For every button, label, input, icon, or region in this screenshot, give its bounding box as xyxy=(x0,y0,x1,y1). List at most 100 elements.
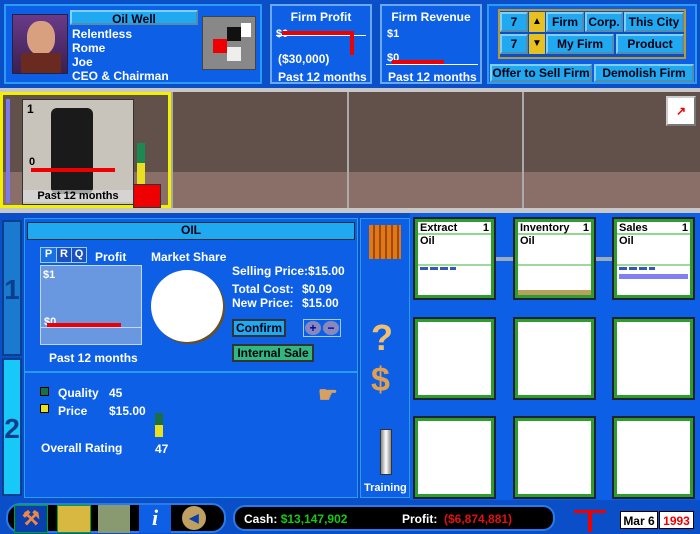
decrease-price-button[interactable]: − xyxy=(323,321,339,335)
chart-axis-top: $1 xyxy=(43,269,56,281)
tools-icon[interactable]: ⚒ xyxy=(14,505,48,533)
books-icon[interactable] xyxy=(369,225,401,259)
date-display: Mar 6 xyxy=(620,511,658,529)
revenue-axis-top: $1 xyxy=(387,28,400,40)
this-city-button[interactable]: This City xyxy=(624,12,684,32)
revenue-period: Past 12 months xyxy=(388,70,477,84)
unit-count: 1 xyxy=(27,102,34,116)
market-share-pie xyxy=(151,270,223,342)
tab-2[interactable]: 2 xyxy=(2,358,22,496)
quality-value: 45 xyxy=(109,386,123,400)
product-panel: OIL P R Q Profit $1 $0 Past 12 months Ma… xyxy=(24,218,358,498)
confirm-button[interactable]: Confirm xyxy=(232,319,286,337)
pointing-hand-icon[interactable]: ☛ xyxy=(318,382,338,408)
firm-city: Rome xyxy=(72,41,106,55)
row1-value: 7 xyxy=(500,12,528,32)
my-firm-button[interactable]: My Firm xyxy=(546,34,614,54)
unit-empty-slot[interactable] xyxy=(612,416,695,499)
chart-label: Profit xyxy=(95,250,127,264)
unit-empty-slot[interactable] xyxy=(513,416,596,499)
side-toolbar: ? $ Training xyxy=(360,218,410,498)
corporate-logo xyxy=(202,16,256,70)
stock-ticker-icon[interactable] xyxy=(570,506,610,532)
unit-empty-slot[interactable] xyxy=(612,317,695,400)
firm-owner: Joe xyxy=(72,55,93,69)
unit-inventory[interactable]: Inventory 1 Oil xyxy=(513,217,596,300)
navigation-panel: 7 ▲ Firm Corp. This City 7 ▼ My Firm Pro… xyxy=(487,4,697,84)
product-button[interactable]: Product xyxy=(616,34,684,54)
unit-chart-period: Past 12 months xyxy=(23,190,133,202)
increase-price-button[interactable]: + xyxy=(305,321,321,335)
quality-label: Quality xyxy=(58,386,99,400)
total-cost-value: $0.09 xyxy=(302,282,333,296)
offer-to-sell-firm-button[interactable]: Offer to Sell Firm xyxy=(490,64,592,82)
status-indicator xyxy=(133,184,161,208)
back-icon[interactable]: ◀ xyxy=(182,506,206,530)
unit-layout-grid: Extract 1 Oil Inventory 1 Oil Sales 1 Oil xyxy=(410,213,700,500)
new-price-label: New Price: xyxy=(232,296,294,310)
profit-axis-bottom: ($30,000) xyxy=(278,52,330,66)
unit-sales[interactable]: Sales 1 Oil xyxy=(612,217,695,300)
unit-chart-bar xyxy=(31,168,115,172)
chart-icon[interactable]: ↗ xyxy=(666,96,696,126)
internal-sale-button[interactable]: Internal Sale xyxy=(232,344,314,362)
oil-barrel-image: 1 0 Past 12 months xyxy=(22,99,134,205)
rating-price-bar xyxy=(155,425,163,437)
status-bar: ⚒ i ◀ Cash: $13,147,902 Profit: ($6,874,… xyxy=(0,500,700,534)
corp-button[interactable]: Corp. xyxy=(585,12,623,32)
year-display: 1993 xyxy=(659,511,694,529)
unit-extract[interactable]: Extract 1 Oil xyxy=(413,217,496,300)
overall-rating-value: 47 xyxy=(155,442,169,456)
firm-revenue-panel[interactable]: Firm Revenue $1 $0 Past 12 months xyxy=(380,4,482,84)
help-icon[interactable]: ? xyxy=(371,317,393,359)
profit-value: ($6,874,881) xyxy=(444,512,513,526)
arrow-down-icon[interactable]: ▼ xyxy=(529,34,545,54)
unit-empty-slot[interactable] xyxy=(413,416,496,499)
row2-value: 7 xyxy=(500,34,528,54)
firm-details: Relentless Rome Joe CEO & Chairman xyxy=(72,27,169,83)
rating-quality-bar xyxy=(155,413,163,425)
finance-icon[interactable]: $ xyxy=(371,361,390,400)
r-button[interactable]: R xyxy=(56,248,71,262)
training-label: Training xyxy=(364,482,407,494)
selling-price-value: $15.00 xyxy=(308,264,345,278)
overall-rating-label: Overall Rating xyxy=(41,441,123,455)
ceo-portrait[interactable] xyxy=(12,14,68,74)
unit-empty-slot[interactable] xyxy=(513,317,596,400)
chart-period: Past 12 months xyxy=(49,351,138,365)
selected-unit-cell[interactable]: 1 0 Past 12 months xyxy=(0,92,171,208)
selling-price-label: Selling Price: xyxy=(232,264,309,278)
city-map-icon[interactable] xyxy=(57,505,91,533)
firm-profit-panel[interactable]: Firm Profit $0 ($30,000) Past 12 months xyxy=(270,4,372,84)
cash-value: $13,147,902 xyxy=(280,512,348,526)
profit-period: Past 12 months xyxy=(278,70,367,84)
price-value: $15.00 xyxy=(109,404,146,418)
firm-button[interactable]: Firm xyxy=(546,12,584,32)
unit-empty-slot[interactable] xyxy=(413,317,496,400)
unit-view-strip: 1 0 Past 12 months ↗ xyxy=(0,88,700,213)
market-share-label: Market Share xyxy=(151,250,227,264)
world-map-icon[interactable] xyxy=(98,505,130,533)
cash-label: Cash: xyxy=(244,512,278,526)
price-label: Price xyxy=(58,404,88,418)
quality-legend-swatch xyxy=(40,387,49,396)
firm-revenue-title: Firm Revenue xyxy=(391,10,471,24)
firm-profit-title: Firm Profit xyxy=(290,10,352,24)
price-legend-swatch xyxy=(40,404,49,413)
firm-type: Relentless xyxy=(72,27,133,41)
firm-name[interactable]: Oil Well xyxy=(70,10,198,26)
tab-1[interactable]: 1 xyxy=(2,220,22,356)
profit-chart: $1 $0 xyxy=(40,265,142,345)
new-price-value: $15.00 xyxy=(302,296,339,310)
unit-chart-zero: 0 xyxy=(29,156,36,168)
firm-info-panel: Oil Well Relentless Rome Joe CEO & Chair… xyxy=(4,4,262,84)
demolish-firm-button[interactable]: Demolish Firm xyxy=(594,64,694,82)
training-gauge[interactable] xyxy=(380,429,392,475)
p-button[interactable]: P xyxy=(41,248,56,262)
product-title: OIL xyxy=(27,222,355,240)
info-icon[interactable]: i xyxy=(139,505,171,533)
total-cost-label: Total Cost: xyxy=(232,282,294,296)
arrow-up-icon[interactable]: ▲ xyxy=(529,12,545,32)
owner-title: CEO & Chairman xyxy=(72,69,169,83)
q-button[interactable]: Q xyxy=(71,248,86,262)
